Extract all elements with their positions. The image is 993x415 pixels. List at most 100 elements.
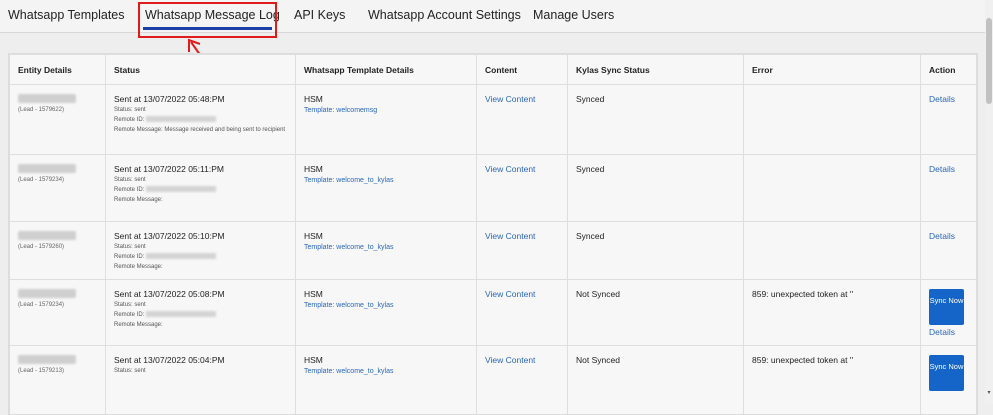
- status-text: Status: sent: [114, 176, 287, 184]
- sync-status: Not Synced: [576, 289, 620, 299]
- entity-cell: (Lead - 1579622): [10, 85, 106, 155]
- view-content-link[interactable]: View Content: [485, 94, 535, 104]
- table-row: (Lead - 1579260) Sent at 13/07/2022 05:1…: [10, 222, 977, 280]
- template-link[interactable]: Template: welcome_to_kylas: [304, 302, 468, 309]
- error-cell: [744, 85, 921, 155]
- view-content-link[interactable]: View Content: [485, 164, 535, 174]
- table-row: (Lead - 1579213) Sent at 13/07/2022 05:0…: [10, 346, 977, 415]
- template-link[interactable]: Template: welcome_to_kylas: [304, 368, 468, 375]
- lead-id: (Lead - 1579234): [18, 302, 97, 308]
- remote-message: Remote Message: Message received and bei…: [114, 126, 287, 134]
- sync-now-button[interactable]: Sync Now: [929, 355, 964, 391]
- view-content-link[interactable]: View Content: [485, 231, 535, 241]
- page-scrollbar[interactable]: ▾: [985, 0, 993, 404]
- content-cell: View Content: [477, 280, 568, 346]
- header-sync-status: Kylas Sync Status: [568, 55, 744, 85]
- status-cell: Sent at 13/07/2022 05:04:PM Status: sent: [106, 346, 296, 415]
- action-cell: Sync Now Details: [921, 280, 977, 346]
- remote-message: Remote Message:: [114, 321, 287, 329]
- action-cell: Sync Now: [921, 346, 977, 415]
- remote-id: Remote ID:: [114, 186, 287, 194]
- lead-id: (Lead - 1579234): [18, 177, 97, 183]
- table-header-row: Entity Details Status Whatsapp Template …: [10, 55, 977, 85]
- hsm-label: HSM: [304, 164, 468, 174]
- remote-id: Remote ID:: [114, 311, 287, 319]
- message-log-table-card: Entity Details Status Whatsapp Template …: [8, 53, 978, 415]
- sync-status-cell: Synced: [568, 155, 744, 222]
- view-content-link[interactable]: View Content: [485, 289, 535, 299]
- sync-status-cell: Not Synced: [568, 280, 744, 346]
- sync-status: Synced: [576, 164, 604, 174]
- status-cell: Sent at 13/07/2022 05:10:PM Status: sent…: [106, 222, 296, 280]
- sync-status: Not Synced: [576, 355, 620, 365]
- entity-name-redacted: [18, 231, 76, 240]
- details-link[interactable]: Details: [929, 231, 955, 241]
- table-row: (Lead - 1579622) Sent at 13/07/2022 05:4…: [10, 85, 977, 155]
- content-cell: View Content: [477, 85, 568, 155]
- entity-cell: (Lead - 1579213): [10, 346, 106, 415]
- status-text: Status: sent: [114, 301, 287, 309]
- hsm-label: HSM: [304, 94, 468, 104]
- action-cell: Details: [921, 222, 977, 280]
- entity-name-redacted: [18, 355, 76, 364]
- template-link[interactable]: Template: welcomemsg: [304, 107, 468, 114]
- details-link[interactable]: Details: [929, 327, 955, 337]
- header-status: Status: [106, 55, 296, 85]
- header-entity-details: Entity Details: [10, 55, 106, 85]
- content-cell: View Content: [477, 155, 568, 222]
- message-log-table: Entity Details Status Whatsapp Template …: [9, 54, 977, 415]
- scrollbar-thumb[interactable]: [986, 18, 992, 104]
- scroll-down-icon[interactable]: ▾: [986, 390, 992, 396]
- error-cell: 859: unexpected token at '': [744, 280, 921, 346]
- lead-id: (Lead - 1579260): [18, 244, 97, 250]
- remote-id: Remote ID:: [114, 116, 287, 124]
- sync-status-cell: Synced: [568, 85, 744, 155]
- status-cell: Sent at 13/07/2022 05:11:PM Status: sent…: [106, 155, 296, 222]
- template-cell: HSM Template: welcome_to_kylas: [296, 280, 477, 346]
- details-link[interactable]: Details: [929, 164, 955, 174]
- tab-whatsapp-templates[interactable]: Whatsapp Templates: [8, 8, 125, 22]
- table-row: (Lead - 1579234) Sent at 13/07/2022 05:0…: [10, 280, 977, 346]
- entity-cell: (Lead - 1579260): [10, 222, 106, 280]
- error-cell: [744, 155, 921, 222]
- remote-id: Remote ID:: [114, 253, 287, 261]
- sent-time: Sent at 13/07/2022 05:04:PM: [114, 355, 287, 365]
- template-link[interactable]: Template: welcome_to_kylas: [304, 177, 468, 184]
- header-content: Content: [477, 55, 568, 85]
- sent-time: Sent at 13/07/2022 05:11:PM: [114, 164, 287, 174]
- action-cell: Details: [921, 155, 977, 222]
- error-cell: [744, 222, 921, 280]
- hsm-label: HSM: [304, 231, 468, 241]
- error-cell: 859: unexpected token at '': [744, 346, 921, 415]
- entity-name-redacted: [18, 289, 76, 298]
- sent-time: Sent at 13/07/2022 05:08:PM: [114, 289, 287, 299]
- entity-cell: (Lead - 1579234): [10, 280, 106, 346]
- view-content-link[interactable]: View Content: [485, 355, 535, 365]
- status-text: Status: sent: [114, 106, 287, 114]
- error-text: 859: unexpected token at '': [752, 355, 853, 365]
- action-cell: Details: [921, 85, 977, 155]
- remote-message: Remote Message:: [114, 263, 287, 271]
- template-cell: HSM Template: welcome_to_kylas: [296, 222, 477, 280]
- tab-whatsapp-account-settings[interactable]: Whatsapp Account Settings: [368, 8, 521, 22]
- table-row: (Lead - 1579234) Sent at 13/07/2022 05:1…: [10, 155, 977, 222]
- error-text: 859: unexpected token at '': [752, 289, 853, 299]
- tab-manage-users[interactable]: Manage Users: [533, 8, 614, 22]
- lead-id: (Lead - 1579622): [18, 107, 97, 113]
- highlight-box: [138, 2, 277, 38]
- entity-name-redacted: [18, 94, 76, 103]
- tab-api-keys[interactable]: API Keys: [294, 8, 345, 22]
- details-link[interactable]: Details: [929, 94, 955, 104]
- sync-status-cell: Not Synced: [568, 346, 744, 415]
- sent-time: Sent at 13/07/2022 05:48:PM: [114, 94, 287, 104]
- status-cell: Sent at 13/07/2022 05:08:PM Status: sent…: [106, 280, 296, 346]
- status-cell: Sent at 13/07/2022 05:48:PM Status: sent…: [106, 85, 296, 155]
- hsm-label: HSM: [304, 289, 468, 299]
- header-template-details: Whatsapp Template Details: [296, 55, 477, 85]
- hsm-label: HSM: [304, 355, 468, 365]
- sync-now-button[interactable]: Sync Now: [929, 289, 964, 325]
- template-link[interactable]: Template: welcome_to_kylas: [304, 244, 468, 251]
- sync-status: Synced: [576, 94, 604, 104]
- entity-cell: (Lead - 1579234): [10, 155, 106, 222]
- header-action: Action: [921, 55, 977, 85]
